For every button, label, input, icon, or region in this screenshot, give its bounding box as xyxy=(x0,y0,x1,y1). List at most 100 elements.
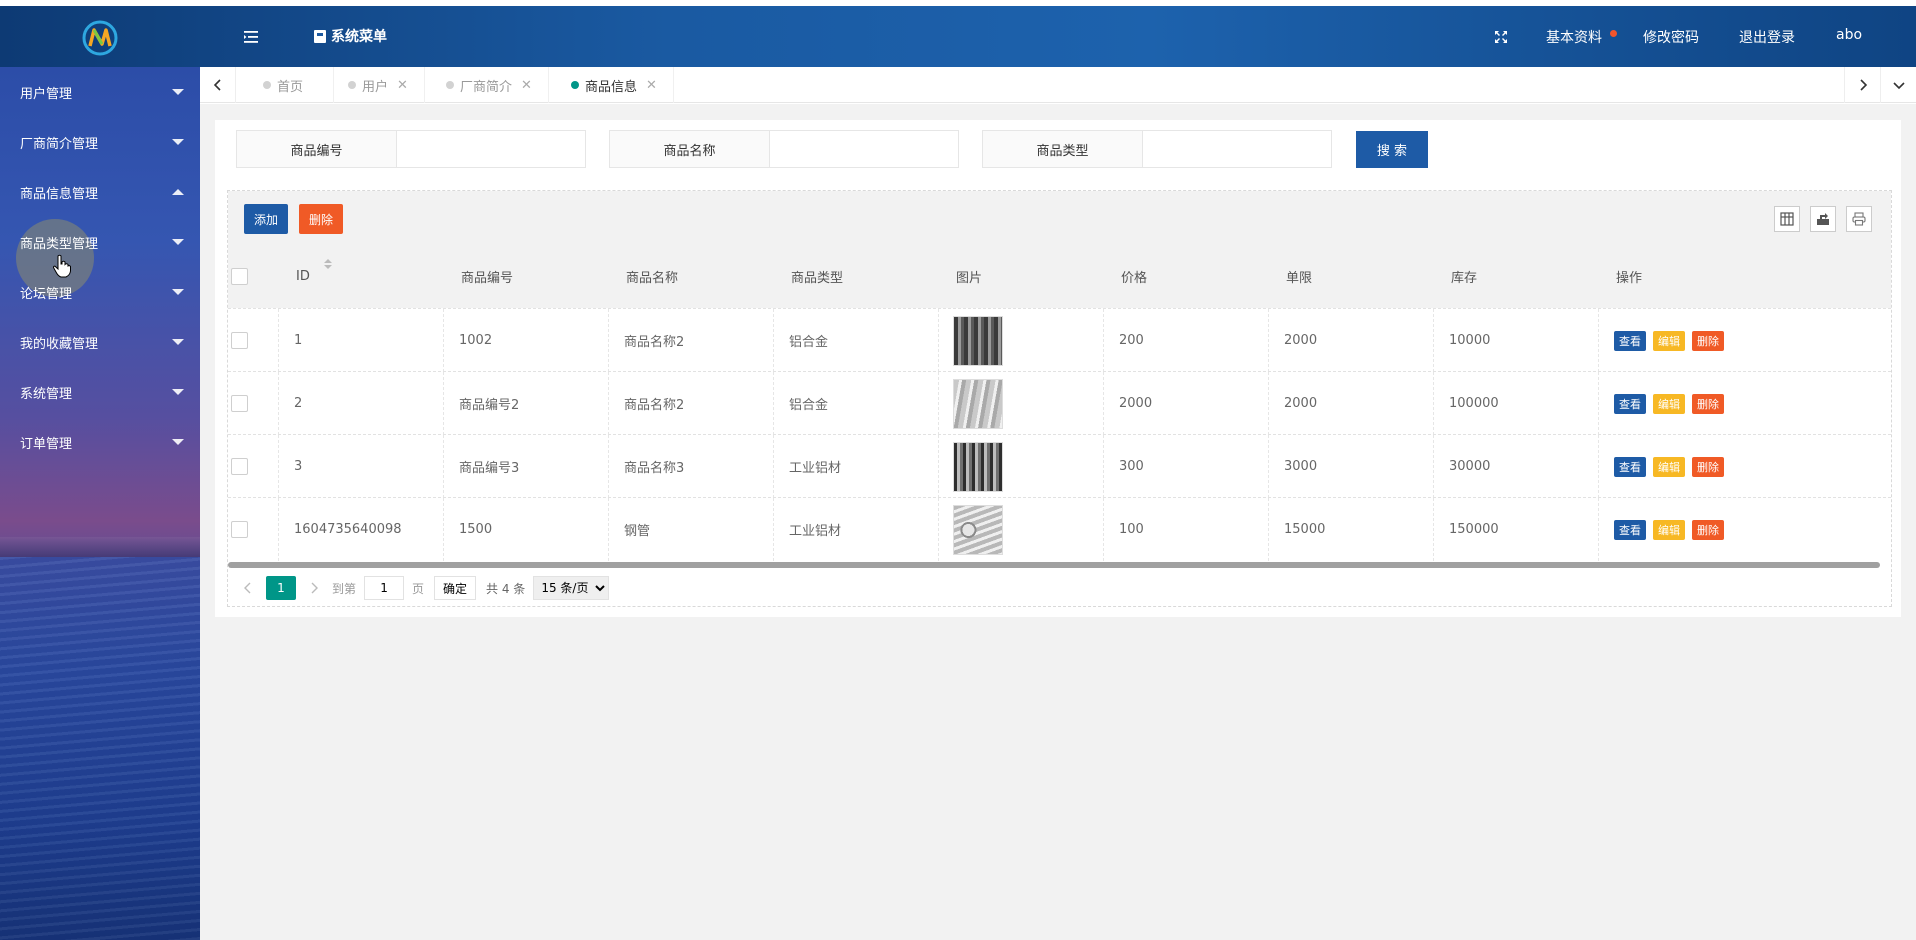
header-cell-type: 商品类型 xyxy=(774,245,939,308)
sidebar-item-label: 系统管理 xyxy=(20,386,73,402)
sidebar-item-product-management[interactable]: 商品信息管理 xyxy=(0,167,200,217)
edit-button[interactable]: 编辑 xyxy=(1653,456,1685,477)
cell-id: 1604735640098 xyxy=(279,498,444,561)
product-type-input[interactable] xyxy=(1143,131,1331,167)
product-name-input[interactable] xyxy=(770,131,958,167)
product-code-input[interactable] xyxy=(397,131,585,167)
header-cell-id[interactable]: ID xyxy=(279,245,444,308)
add-button[interactable]: 添加 xyxy=(244,204,288,234)
tab-product-info[interactable]: 商品信息 ✕ xyxy=(559,67,674,103)
menu-toggle-icon[interactable] xyxy=(242,28,260,46)
horizontal-scrollbar[interactable] xyxy=(228,562,1880,568)
row-checkbox[interactable] xyxy=(231,521,248,538)
export-icon[interactable] xyxy=(1810,206,1836,232)
aluminum-profiles-image[interactable] xyxy=(953,441,1003,492)
cell-text: 商品编号3 xyxy=(459,461,520,476)
sidebar-item-favorites-management[interactable]: 我的收藏管理 xyxy=(0,317,200,367)
header-checkbox-cell xyxy=(228,245,279,308)
cell-limit: 15000 xyxy=(1269,498,1434,561)
sidebar-item-user-management[interactable]: 用户管理 xyxy=(0,67,200,117)
goto-confirm-button[interactable]: 确定 xyxy=(434,576,477,600)
sort-icon[interactable] xyxy=(323,258,333,270)
system-menu-title: 系统菜单 xyxy=(314,26,387,46)
cell-text: 30000 xyxy=(1449,459,1491,474)
tab-home[interactable]: 首页 xyxy=(237,67,335,103)
cell-text: 300 xyxy=(1119,459,1144,474)
tabs-bar: 首页 用户 ✕ 厂商简介 ✕ 商品信息 ✕ xyxy=(200,67,1916,103)
cell-text: 1500 xyxy=(459,522,493,537)
tabs-scroll-left[interactable] xyxy=(200,67,236,103)
delete-button[interactable]: 删除 xyxy=(1692,393,1724,414)
fullscreen-icon[interactable] xyxy=(1493,29,1509,45)
top-header: 系统菜单 基本资料 修改密码 退出登录 abo xyxy=(0,6,1916,67)
search-label: 商品名称 xyxy=(610,131,770,167)
view-button[interactable]: 查看 xyxy=(1614,393,1646,414)
delete-button[interactable]: 删除 xyxy=(1692,330,1724,351)
tab-vendor-intro[interactable]: 厂商简介 ✕ xyxy=(434,67,549,103)
steel-pipes-bundle-image[interactable] xyxy=(953,504,1003,555)
sidebar-item-order-management[interactable]: 订单管理 xyxy=(0,417,200,467)
cell-image xyxy=(939,372,1104,435)
tab-label: 用户 xyxy=(362,79,389,95)
row-checkbox-cell xyxy=(228,372,279,435)
pagination: 1 到第 页 确定 共 4 条 15 条/页 xyxy=(228,569,1891,607)
delete-button[interactable]: 删除 xyxy=(1692,456,1724,477)
aluminum-tubes-stack-image[interactable] xyxy=(953,315,1003,366)
close-icon[interactable]: ✕ xyxy=(521,78,532,93)
cell-text: 200 xyxy=(1119,333,1144,348)
columns-filter-icon[interactable] xyxy=(1774,206,1800,232)
cell-stock: 30000 xyxy=(1434,435,1599,498)
edit-button[interactable]: 编辑 xyxy=(1653,519,1685,540)
system-menu-label: 系统菜单 xyxy=(331,29,387,45)
goto-page-input[interactable] xyxy=(364,576,405,600)
sidebar-item-system-management[interactable]: 系统管理 xyxy=(0,367,200,417)
logout-link[interactable]: 退出登录 xyxy=(1739,27,1795,47)
view-button[interactable]: 查看 xyxy=(1614,519,1646,540)
logo-icon xyxy=(82,20,118,56)
tabs-scroll-right[interactable] xyxy=(1844,67,1880,103)
cell-price: 300 xyxy=(1104,435,1269,498)
tabs-menu-dropdown[interactable] xyxy=(1880,67,1916,103)
sidebar-item-label: 商品类型管理 xyxy=(20,236,99,252)
cell-text: 钢管 xyxy=(624,524,651,539)
username-label[interactable]: abo xyxy=(1836,27,1862,43)
content-panel: 商品编号 商品名称 商品类型 搜 索 添加 删除 ID 商品编号 商品名称 商品… xyxy=(215,120,1901,617)
tab-user[interactable]: 用户 ✕ xyxy=(336,67,425,103)
bookmark-icon xyxy=(314,29,326,43)
tab-dot xyxy=(263,81,271,89)
view-button[interactable]: 查看 xyxy=(1614,330,1646,351)
search-button[interactable]: 搜 索 xyxy=(1356,131,1428,168)
page-size-select[interactable]: 15 条/页 xyxy=(533,576,610,600)
row-checkbox[interactable] xyxy=(231,458,248,475)
close-icon[interactable]: ✕ xyxy=(646,78,657,93)
sidebar-item-label: 厂商简介管理 xyxy=(20,136,99,152)
row-checkbox[interactable] xyxy=(231,395,248,412)
cell-name: 商品名称3 xyxy=(609,435,774,498)
aluminum-tubes-close-image[interactable] xyxy=(953,378,1003,429)
profile-link[interactable]: 基本资料 xyxy=(1546,27,1602,47)
select-all-checkbox[interactable] xyxy=(231,268,248,285)
next-page-icon[interactable] xyxy=(306,578,322,598)
prev-page-icon[interactable] xyxy=(240,578,256,598)
sidebar-item-label: 用户管理 xyxy=(20,86,73,102)
row-checkbox-cell xyxy=(228,435,279,498)
sidebar-item-forum-management[interactable]: 论坛管理 xyxy=(0,267,200,317)
change-password-link[interactable]: 修改密码 xyxy=(1643,27,1699,47)
view-button[interactable]: 查看 xyxy=(1614,456,1646,477)
close-icon[interactable]: ✕ xyxy=(397,78,408,93)
edit-button[interactable]: 编辑 xyxy=(1653,393,1685,414)
delete-button[interactable]: 删除 xyxy=(1692,519,1724,540)
row-checkbox[interactable] xyxy=(231,332,248,349)
cell-price: 2000 xyxy=(1104,372,1269,435)
tab-label: 首页 xyxy=(277,79,304,95)
sidebar-item-product-type-management[interactable]: 商品类型管理 xyxy=(0,217,200,267)
cell-stock: 10000 xyxy=(1434,309,1599,372)
tab-dot xyxy=(571,81,579,89)
cell-text: 15000 xyxy=(1284,522,1326,537)
current-page[interactable]: 1 xyxy=(266,576,296,600)
sidebar-item-vendor-management[interactable]: 厂商简介管理 xyxy=(0,117,200,167)
batch-delete-button[interactable]: 删除 xyxy=(299,204,343,234)
cell-text: 2 xyxy=(294,396,303,411)
edit-button[interactable]: 编辑 xyxy=(1653,330,1685,351)
print-icon[interactable] xyxy=(1846,206,1872,232)
